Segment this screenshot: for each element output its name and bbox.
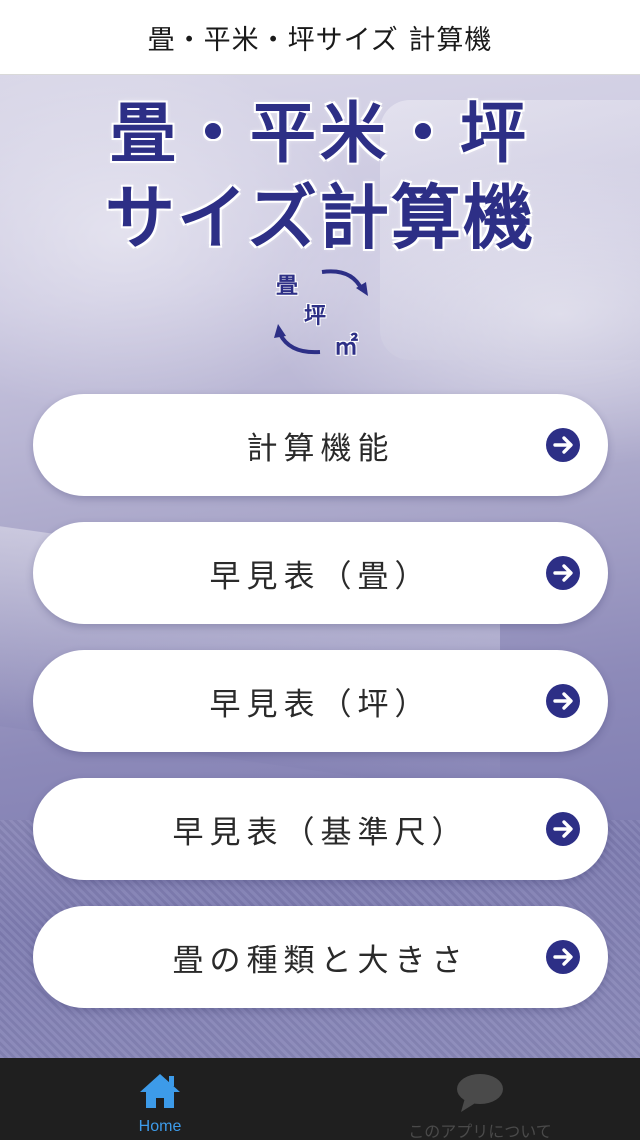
chat-bubble-icon xyxy=(455,1072,505,1116)
tab-label: このアプリについて xyxy=(408,1124,552,1140)
page-title: 畳・平米・坪サイズ 計算機 xyxy=(147,24,493,56)
cycle-arrows-icon xyxy=(274,269,368,355)
menu-button-table-standard-scale[interactable]: 早見表（基準尺） xyxy=(33,778,608,880)
tab-home[interactable]: Home xyxy=(0,1058,320,1140)
bottom-tab-bar: Home このアプリについて xyxy=(0,1058,640,1140)
menu-button-tatami-types[interactable]: 畳の種類と大きさ xyxy=(33,906,608,1008)
home-icon xyxy=(138,1072,182,1114)
menu-button-table-tsubo[interactable]: 早見表（坪） xyxy=(33,650,608,752)
menu-button-table-tatami[interactable]: 早見表（畳） xyxy=(33,522,608,624)
tab-about[interactable]: このアプリについて xyxy=(320,1058,640,1140)
menu-button-label: 早見表（基準尺） xyxy=(172,814,469,851)
menu-button-label: 早見表（坪） xyxy=(209,686,432,723)
logo-title-line1: 畳・平米・坪 xyxy=(110,95,530,172)
menu-button-calculator[interactable]: 計算機能 xyxy=(33,394,608,496)
arrow-right-circle-icon xyxy=(546,428,580,462)
arrow-right-circle-icon xyxy=(546,812,580,846)
app-root: 畳・平米・坪サイズ 計算機 畳・平米・坪 サイズ計算機 畳 坪 ㎡ 計算機能 早… xyxy=(0,0,640,1140)
main-menu: 計算機能 早見表（畳） 早見表（坪） 早見表（基準尺） 畳の種類と大きさ xyxy=(33,394,608,1034)
app-logo: 畳・平米・坪 サイズ計算機 xyxy=(0,94,640,262)
arrow-right-circle-icon xyxy=(546,684,580,718)
arrow-right-circle-icon xyxy=(546,556,580,590)
tab-label: Home xyxy=(138,1118,182,1135)
arrow-right-circle-icon xyxy=(546,940,580,974)
menu-button-label: 畳の種類と大きさ xyxy=(172,942,469,979)
unit-conversion-cycle-icon: 畳 坪 ㎡ xyxy=(268,262,378,362)
top-navigation-bar: 畳・平米・坪サイズ 計算機 xyxy=(0,0,640,75)
menu-button-label: 計算機能 xyxy=(246,430,395,467)
logo-title-line2: サイズ計算機 xyxy=(105,177,535,259)
menu-button-label: 早見表（畳） xyxy=(209,558,432,595)
